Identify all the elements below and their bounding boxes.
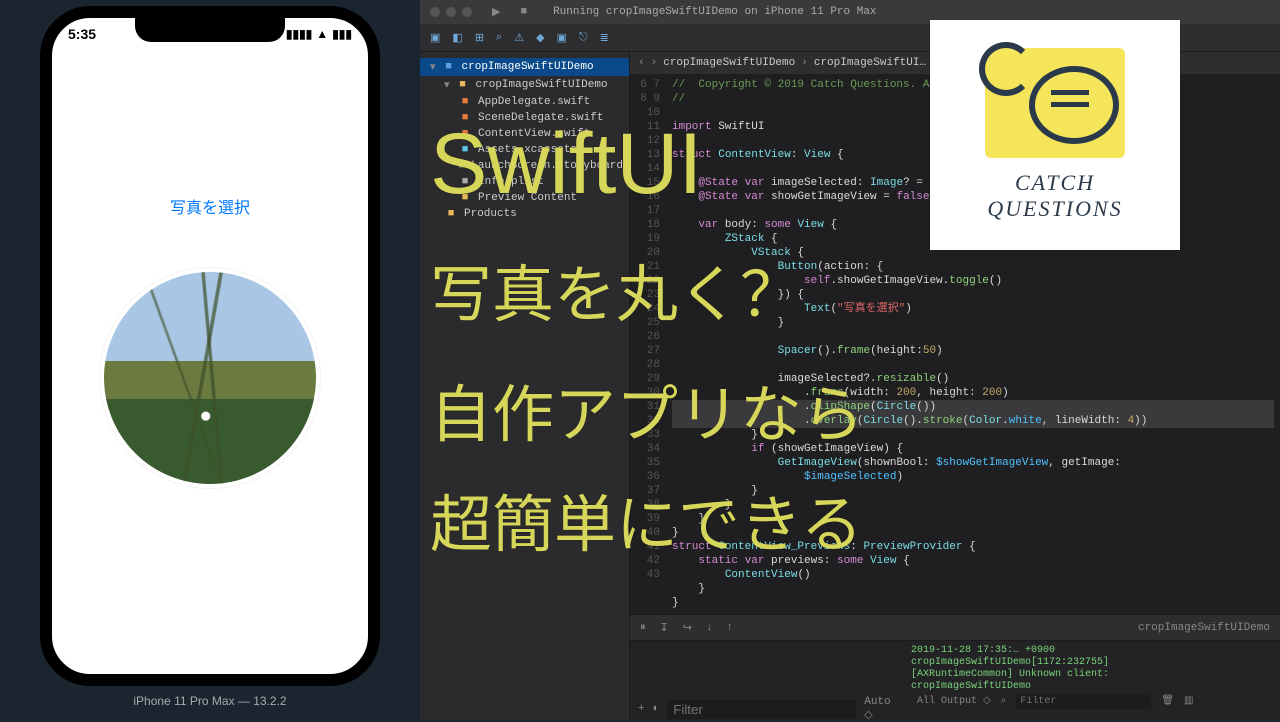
variables-view[interactable]: ◐ Auto ◇ bbox=[630, 641, 903, 720]
status-time: 5:35 bbox=[68, 26, 96, 42]
symbols-icon[interactable]: ⊞ bbox=[475, 31, 484, 45]
navigator-item[interactable]: ▾ ■ cropImageSwiftUIDemo bbox=[420, 58, 629, 76]
console-line: cropImageSwiftUIDemo bbox=[911, 681, 1272, 693]
variables-toolbar: ◐ Auto ◇ bbox=[630, 697, 903, 721]
navigator-item-label: LaunchScreen.storyboard bbox=[471, 160, 623, 172]
console-row: ◐ Auto ◇ 2019-11-28 17:35:… +0900cropIma… bbox=[630, 640, 1280, 720]
navigator-item-label: Assets.xcassets bbox=[478, 144, 577, 156]
project-navigator[interactable]: ▾ ■ cropImageSwiftUIDemo ▾ ■ cropImageSwiftUI… bbox=[420, 52, 630, 720]
console-line: cropImageSwiftUIDemo[1172:232755] bbox=[911, 657, 1272, 669]
folder-icon[interactable]: ▣ bbox=[430, 31, 440, 45]
file-icon: ■ bbox=[456, 79, 470, 91]
line-gutter: 6 7 8 9 10 11 12 13 14 15 16 17 18 19 20… bbox=[630, 74, 666, 614]
step-out-icon[interactable]: ↑ bbox=[727, 622, 734, 634]
file-icon: ■ bbox=[442, 61, 456, 73]
file-icon: ■ bbox=[458, 96, 472, 108]
console-output[interactable]: 2019-11-28 17:35:… +0900cropImageSwiftUI… bbox=[903, 641, 1280, 720]
pause-icon[interactable]: ⏸ bbox=[640, 622, 646, 634]
source-control-icon[interactable]: ◧ bbox=[452, 31, 462, 45]
clear-console-button[interactable]: 🗑 bbox=[1161, 696, 1174, 708]
crumb-folder[interactable]: cropImageSwiftUI… bbox=[814, 57, 926, 69]
navigator-item[interactable]: ■ ContentView.swift bbox=[420, 126, 629, 142]
file-icon: ■ bbox=[458, 128, 472, 140]
phone-frame: 5:35 ▮▮▮▮ ▲ ▮▮▮ 写真を選択 bbox=[40, 6, 380, 686]
phone-content: 写真を選択 bbox=[52, 44, 368, 488]
signal-icon: ▮▮▮▮ bbox=[286, 27, 312, 41]
output-scope-select[interactable]: All Output ◇ bbox=[917, 696, 991, 708]
console-toolbar: All Output ◇ ⌕ 🗑 ▥ bbox=[911, 693, 1272, 711]
breakpoints-icon[interactable]: ⎋ bbox=[579, 32, 588, 44]
catch-questions-card: CATCH QUESTIONS bbox=[930, 20, 1180, 250]
crumb-project[interactable]: cropImageSwiftUIDemo bbox=[663, 57, 795, 69]
navigator-item-label: AppDelegate.swift bbox=[478, 96, 590, 108]
step-into-icon[interactable]: ↓ bbox=[706, 622, 713, 634]
catch-questions-text: CATCH QUESTIONS bbox=[987, 170, 1122, 222]
zoom-icon[interactable] bbox=[462, 7, 472, 17]
find-icon[interactable]: ⌕ bbox=[496, 32, 502, 44]
navigator-item[interactable]: ■ SceneDelegate.swift bbox=[420, 110, 629, 126]
run-status: Running cropImageSwiftUIDemo on iPhone 1… bbox=[553, 6, 1270, 18]
chevron-icon: › bbox=[801, 57, 808, 69]
disclosure-icon[interactable]: ▾ bbox=[444, 78, 450, 92]
step-over-icon[interactable]: ↪ bbox=[683, 621, 692, 635]
navigator-item-label: Preview Content bbox=[478, 192, 577, 204]
debug-icon[interactable]: ▣ bbox=[557, 31, 567, 45]
close-icon[interactable] bbox=[430, 7, 440, 17]
minimize-icon[interactable] bbox=[446, 7, 456, 17]
chevron-right-icon[interactable]: › bbox=[651, 57, 658, 69]
file-icon: ■ bbox=[458, 144, 472, 156]
navigator-item[interactable]: ■ Info.plist bbox=[420, 174, 629, 190]
variables-filter-input[interactable] bbox=[667, 700, 856, 719]
issues-icon[interactable]: ⚠ bbox=[514, 31, 524, 45]
phone-notch bbox=[135, 18, 285, 42]
reports-icon[interactable]: ≣ bbox=[600, 31, 609, 45]
wifi-icon: ▲ bbox=[316, 27, 328, 41]
navigator-item-label: cropImageSwiftUIDemo bbox=[462, 61, 594, 73]
navigator-item[interactable]: ■ Assets.xcassets bbox=[420, 142, 629, 158]
add-expression-button[interactable] bbox=[638, 703, 645, 715]
file-icon: ■ bbox=[458, 160, 465, 172]
window-controls[interactable] bbox=[430, 7, 472, 17]
console-line: [AXRuntimeCommon] Unknown client: bbox=[911, 669, 1272, 681]
navigator-item-label: ContentView.swift bbox=[478, 128, 590, 140]
scope-icon[interactable]: ◐ bbox=[653, 703, 660, 715]
navigator-item-label: Products bbox=[464, 208, 517, 220]
ios-simulator: 5:35 ▮▮▮▮ ▲ ▮▮▮ 写真を選択 iPhone 11 Pro Max … bbox=[0, 0, 420, 720]
toggle-panel-icon[interactable]: ▥ bbox=[1184, 696, 1193, 708]
disclosure-icon[interactable]: ▾ bbox=[430, 60, 436, 74]
battery-icon: ▮▮▮ bbox=[332, 27, 352, 41]
run-button[interactable]: ▶ bbox=[492, 5, 500, 19]
catch-questions-logo bbox=[985, 48, 1125, 158]
navigator-item[interactable]: ■ Products bbox=[420, 206, 629, 222]
filter-icon[interactable]: ⌕ bbox=[1001, 696, 1007, 708]
navigator-item-label: cropImageSwiftUIDemo bbox=[476, 79, 608, 91]
navigator-item[interactable]: ▾ ■ cropImageSwiftUIDemo bbox=[420, 76, 629, 94]
navigator-item[interactable]: ■ Preview Content bbox=[420, 190, 629, 206]
file-icon: ■ bbox=[444, 208, 458, 220]
navigator-item-label: SceneDelegate.swift bbox=[478, 112, 603, 124]
status-right: ▮▮▮▮ ▲ ▮▮▮ bbox=[286, 26, 352, 42]
select-photo-button[interactable]: 写真を選択 bbox=[170, 194, 250, 218]
navigator-item[interactable]: ■ AppDelegate.swift bbox=[420, 94, 629, 110]
file-icon: ■ bbox=[458, 176, 472, 188]
navigator-item-label: Info.plist bbox=[478, 176, 544, 188]
navigator-item[interactable]: ■ LaunchScreen.storyboard bbox=[420, 158, 629, 174]
stop-button[interactable]: ■ bbox=[520, 6, 527, 18]
debug-bar[interactable]: ⏸ ↧ ↪ ↓ ↑ cropImageSwiftUIDemo bbox=[630, 614, 1280, 640]
console-line: 2019-11-28 17:35:… +0900 bbox=[911, 645, 1272, 657]
console-filter-input[interactable] bbox=[1016, 695, 1151, 709]
cropped-photo bbox=[100, 268, 320, 488]
chevron-left-icon[interactable]: ‹ bbox=[638, 57, 645, 69]
continue-icon[interactable]: ↧ bbox=[660, 621, 669, 635]
tests-icon[interactable]: ◆ bbox=[536, 31, 544, 45]
file-icon: ■ bbox=[458, 192, 472, 204]
file-icon: ■ bbox=[458, 112, 472, 124]
simulator-device-label: iPhone 11 Pro Max — 13.2.2 bbox=[133, 694, 286, 708]
crumb-file[interactable]: cropImageSwiftUIDemo bbox=[1138, 622, 1270, 634]
auto-scope-select[interactable]: Auto ◇ bbox=[864, 696, 895, 722]
